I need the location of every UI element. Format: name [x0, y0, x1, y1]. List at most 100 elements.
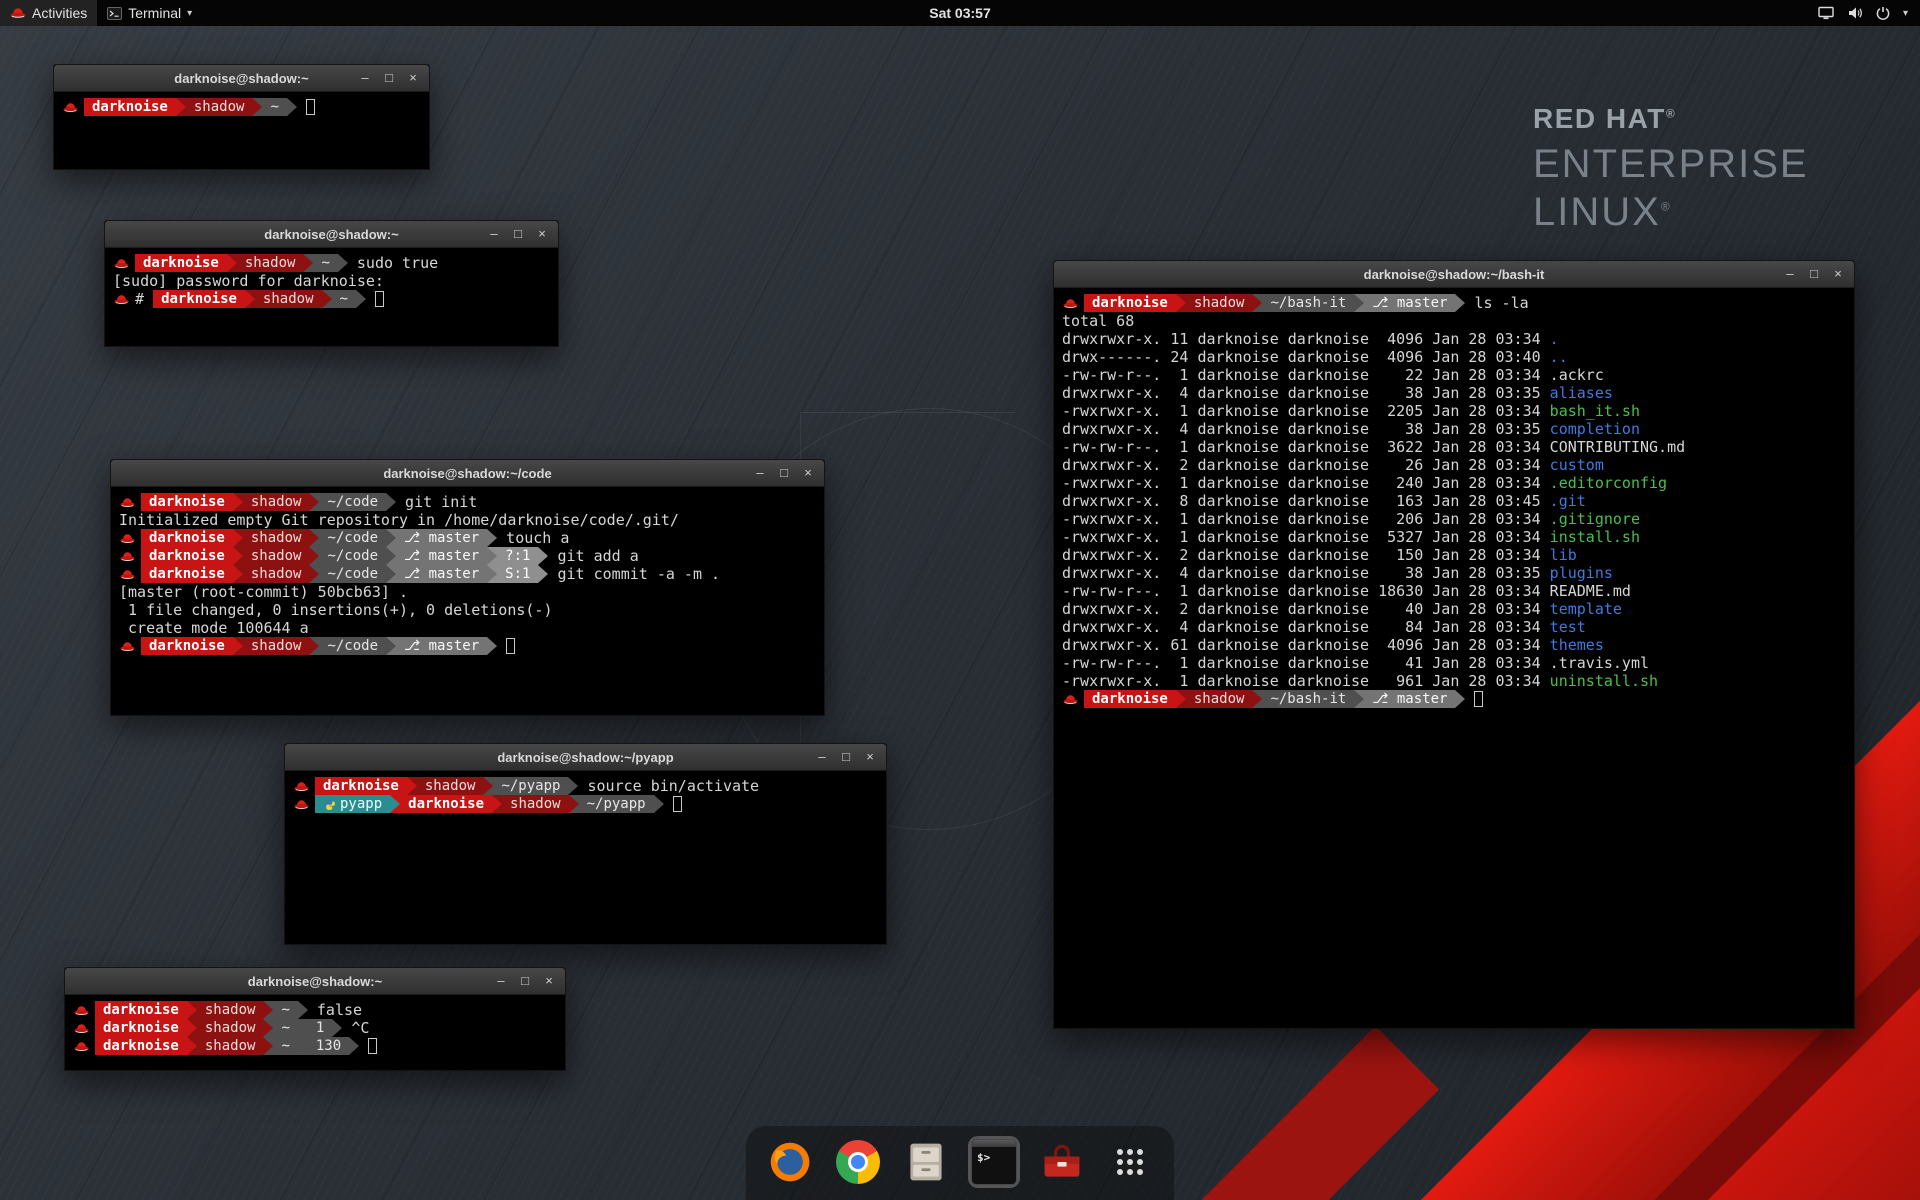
powerline-arrow [233, 529, 243, 547]
powerline-arrow [263, 1001, 273, 1019]
powerline-arrow [298, 1019, 308, 1037]
minimize-button[interactable]: – [482, 221, 506, 247]
powerline-arrow [1252, 294, 1262, 312]
terminal-text: .travis.yml [1550, 654, 1649, 672]
terminal-text: source bin/activate [578, 777, 759, 795]
activities-button[interactable]: Activities [0, 0, 97, 26]
system-status-area[interactable]: ▾ [1818, 6, 1920, 20]
terminal-window-sudo[interactable]: darknoise@shadow:~ – □ × darknoiseshadow… [104, 220, 559, 347]
terminal-text: false [308, 1001, 362, 1019]
terminal-line: drwxrwxr-x. 8 darknoise darknoise 163 Ja… [1062, 492, 1846, 510]
minimize-button[interactable]: – [810, 744, 834, 770]
terminal-window-home-1[interactable]: darknoise@shadow:~ – □ × darknoiseshadow… [53, 64, 430, 170]
powerline-arrow [1455, 690, 1465, 708]
maximize-button[interactable]: □ [1802, 261, 1826, 287]
powerline-arrow [187, 1037, 197, 1055]
titlebar[interactable]: darknoise@shadow:~ – □ × [54, 65, 429, 92]
titlebar[interactable]: darknoise@shadow:~/code – □ × [111, 460, 824, 487]
activities-label: Activities [32, 5, 87, 21]
prompt-segment-path: ~ [313, 254, 337, 272]
maximize-button[interactable]: □ [506, 221, 530, 247]
terminal-window-bash-it[interactable]: darknoise@shadow:~/bash-it – □ × darknoi… [1053, 260, 1855, 1029]
maximize-button[interactable]: □ [834, 744, 858, 770]
minimize-button[interactable]: – [489, 968, 513, 994]
powerline-arrow [1455, 294, 1465, 312]
terminal-text: CONTRIBUTING.md [1550, 438, 1685, 456]
terminal-text: drwxrwxr-x. 2 darknoise darknoise 40 Jan… [1062, 600, 1550, 618]
dock-item-terminal[interactable]: $> [968, 1136, 1020, 1188]
volume-icon [1847, 6, 1863, 20]
close-button[interactable]: × [858, 744, 882, 770]
terminal-text: drwx------. 24 darknoise darknoise 4096 … [1062, 348, 1550, 366]
powerline-arrow [386, 529, 396, 547]
powerline-arrow [349, 1037, 359, 1055]
prompt-segment-path: ~/code [319, 565, 386, 583]
terminal-app-icon [107, 7, 122, 20]
dock-item-toolbox[interactable] [1036, 1136, 1088, 1188]
terminal-text: README.md [1550, 582, 1631, 600]
powerline-arrow [386, 493, 396, 511]
dock-item-chrome[interactable] [832, 1136, 884, 1188]
dir-name: custom [1550, 456, 1604, 474]
terminal-window-home-2[interactable]: darknoise@shadow:~ – □ × darknoiseshadow… [64, 967, 566, 1071]
terminal-output[interactable]: darknoiseshadow~ [54, 92, 429, 122]
terminal-output[interactable]: darknoiseshadow~/pyapp source bin/activa… [285, 771, 886, 819]
app-menu-terminal[interactable]: Terminal ▾ [97, 0, 202, 26]
terminal-text: Initialized empty Git repository in /hom… [119, 511, 679, 529]
powerline-arrow [187, 1019, 197, 1037]
terminal-line: darknoiseshadow~/code git init [119, 493, 816, 511]
clock[interactable]: Sat 03:57 [929, 5, 990, 21]
dock-item-files[interactable] [900, 1136, 952, 1188]
titlebar[interactable]: darknoise@shadow:~/pyapp – □ × [285, 744, 886, 771]
prompt-segment-host: shadow [243, 529, 310, 547]
dir-name: themes [1550, 636, 1604, 654]
terminal-output[interactable]: darknoiseshadow~ falsedarknoiseshadow~1 … [65, 995, 565, 1061]
maximize-button[interactable]: □ [377, 65, 401, 91]
terminal-window-pyapp[interactable]: darknoise@shadow:~/pyapp – □ × darknoise… [284, 743, 887, 945]
prompt-segment-path: ~/code [319, 547, 386, 565]
powerline-arrow [338, 254, 348, 272]
close-button[interactable]: × [1826, 261, 1850, 287]
maximize-button[interactable]: □ [513, 968, 537, 994]
redhat-prompt-icon [120, 641, 135, 652]
titlebar[interactable]: darknoise@shadow:~/bash-it – □ × [1054, 261, 1854, 288]
terminal-window-code[interactable]: darknoise@shadow:~/code – □ × darknoises… [110, 459, 825, 716]
prompt-segment-path: ~/code [319, 529, 386, 547]
exec-name: uninstall.sh [1550, 672, 1658, 690]
close-button[interactable]: × [530, 221, 554, 247]
terminal-output[interactable]: darknoiseshadow~/code git initInitialize… [111, 487, 824, 661]
redhat-prompt-icon [114, 258, 129, 269]
terminal-line: -rw-rw-r--. 1 darknoise darknoise 41 Jan… [1062, 654, 1846, 672]
terminal-text: -rw-rw-r--. 1 darknoise darknoise 3622 J… [1062, 438, 1550, 456]
minimize-button[interactable]: – [1778, 261, 1802, 287]
prompt-segment-git: ⎇ master [396, 529, 487, 547]
titlebar[interactable]: darknoise@shadow:~ – □ × [105, 221, 558, 248]
prompt-segment-git: ⎇ master [1364, 690, 1455, 708]
close-button[interactable]: × [401, 65, 425, 91]
close-button[interactable]: × [537, 968, 561, 994]
minimize-button[interactable]: – [353, 65, 377, 91]
prompt-segment-user: darknoise [400, 795, 492, 813]
powerline-arrow [654, 795, 664, 813]
terminal-output[interactable]: darknoiseshadow~ sudo true[sudo] passwor… [105, 248, 558, 314]
branding-linux: LINUX® [1533, 190, 1809, 235]
prompt-segment-path: ~ [273, 1001, 297, 1019]
maximize-button[interactable]: □ [772, 460, 796, 486]
powerline-arrow [309, 529, 319, 547]
dir-name: . [1550, 330, 1559, 348]
dock-item-app-grid[interactable] [1104, 1136, 1156, 1188]
terminal-line: -rw-rw-r--. 1 darknoise darknoise 3622 J… [1062, 438, 1846, 456]
powerline-arrow [390, 795, 400, 813]
terminal-output[interactable]: darknoiseshadow~/bash-it⎇ master ls -lat… [1054, 288, 1854, 714]
dir-name: completion [1550, 420, 1640, 438]
powerline-arrow [309, 565, 319, 583]
prompt-segment-host: shadow [1186, 294, 1253, 312]
minimize-button[interactable]: – [748, 460, 772, 486]
terminal-line: darknoiseshadow~1 ^C [73, 1019, 557, 1037]
titlebar[interactable]: darknoise@shadow:~ – □ × [65, 968, 565, 995]
redhat-prompt-icon [120, 497, 135, 508]
dock-item-firefox[interactable] [764, 1136, 816, 1188]
prompt-segment-git: ⎇ master [396, 547, 487, 565]
close-button[interactable]: × [796, 460, 820, 486]
prompt-segment-host: shadow [243, 637, 310, 655]
